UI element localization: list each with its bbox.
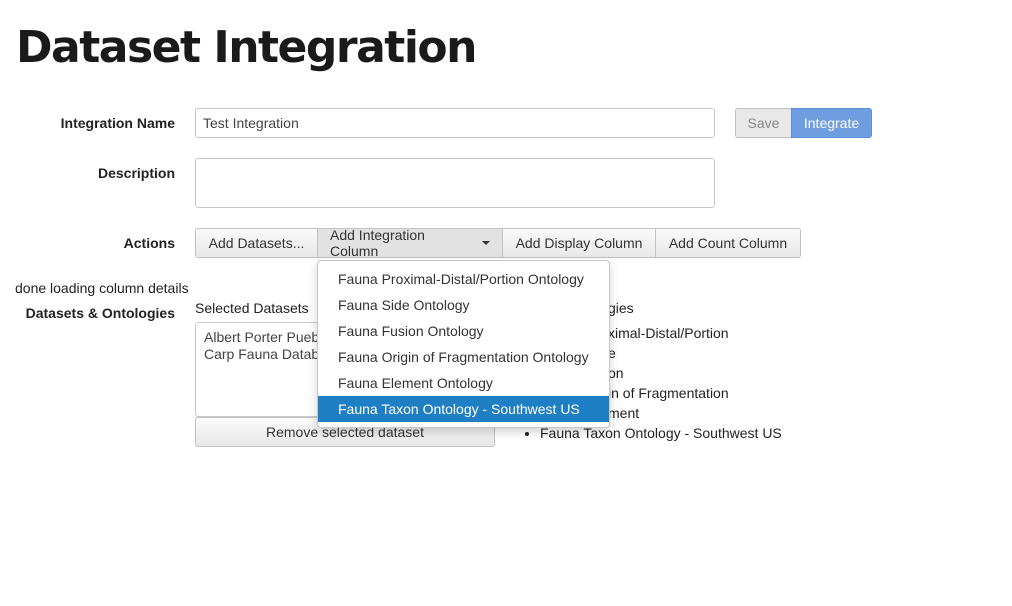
dataset-item[interactable]: Carp Fauna Datab [204, 346, 326, 363]
dropdown-item[interactable]: Fauna Proximal-Distal/Portion Ontology [318, 266, 609, 292]
dropdown-item[interactable]: Fauna Side Ontology [318, 292, 609, 318]
dropdown-item[interactable]: Fauna Element Ontology [318, 370, 609, 396]
integration-column-dropdown: Fauna Proximal-Distal/Portion Ontology F… [317, 260, 610, 428]
integration-name-input[interactable] [195, 108, 715, 138]
integrate-button[interactable]: Integrate [791, 108, 872, 138]
actions-label: Actions [123, 235, 175, 251]
dropdown-item[interactable]: Fauna Fusion Ontology [318, 318, 609, 344]
integration-name-label: Integration Name [60, 115, 175, 131]
datasets-ontologies-label: Datasets & Ontologies [25, 305, 175, 321]
selected-datasets-header: Selected Datasets [195, 300, 309, 316]
add-datasets-button[interactable]: Add Datasets... [195, 228, 318, 258]
dropdown-item[interactable]: Fauna Origin of Fragmentation Ontology [318, 344, 609, 370]
add-integration-column-button[interactable]: Add Integration Column [317, 227, 503, 259]
add-display-column-button[interactable]: Add Display Column [502, 228, 656, 258]
page-title: Dataset Integration [16, 22, 477, 73]
save-button[interactable]: Save [735, 108, 792, 138]
selected-datasets-list[interactable]: Albert Porter Pueb Carp Fauna Datab [195, 322, 335, 417]
description-textarea[interactable] [195, 158, 715, 208]
add-integration-column-label: Add Integration Column [330, 227, 425, 259]
ontologies-header: gies [608, 300, 634, 316]
add-count-column-button[interactable]: Add Count Column [655, 228, 801, 258]
dropdown-item-active[interactable]: Fauna Taxon Ontology - Southwest US [318, 396, 609, 422]
status-text: done loading column details [15, 280, 189, 296]
dataset-item[interactable]: Albert Porter Pueb [204, 329, 326, 346]
caret-down-icon [482, 241, 490, 245]
description-label: Description [97, 165, 175, 181]
